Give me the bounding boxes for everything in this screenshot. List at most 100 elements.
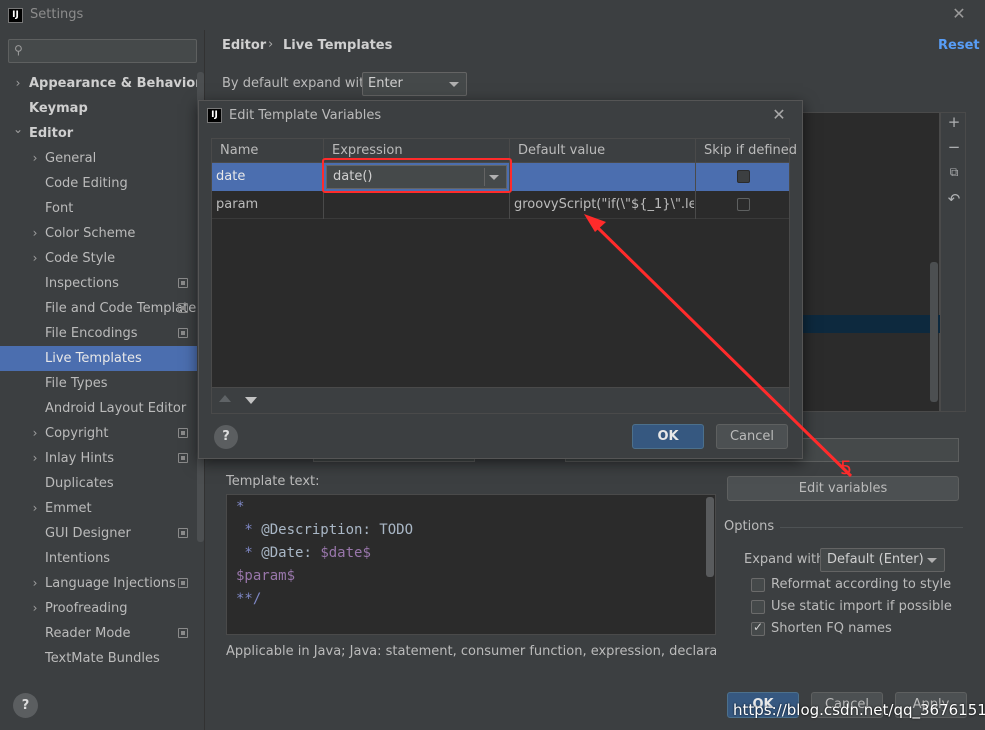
chevron-down-icon (449, 82, 459, 87)
sidebar-item[interactable]: › Inlay Hints (0, 446, 197, 471)
window-titlebar (0, 0, 985, 30)
expand-with-value: Default (Enter) (827, 552, 924, 567)
sidebar-item-label: Copyright (45, 426, 109, 441)
option-checkbox[interactable] (751, 578, 765, 592)
sidebar-item[interactable]: File and Code Templates (0, 296, 203, 321)
chevron-right-icon[interactable]: › (29, 496, 41, 521)
sidebar-item[interactable]: Intentions (0, 546, 197, 571)
restore-icon[interactable]: ↶ (946, 190, 962, 208)
edit-variables-button[interactable]: Edit variables (727, 476, 959, 501)
sidebar-item-label: Emmet (45, 501, 92, 516)
option-checkbox-label[interactable]: Reformat according to style (771, 577, 951, 592)
sidebar-item[interactable]: TextMate Bundles (0, 646, 197, 671)
sidebar-item[interactable]: ⌄ Editor (0, 121, 197, 146)
chevron-down-icon[interactable]: ⌄ (12, 117, 24, 142)
intellij-logo-icon: IJ (8, 8, 23, 23)
row-name-cell[interactable]: date (216, 169, 245, 184)
option-checkbox-label[interactable]: Shorten FQ names (771, 621, 892, 636)
chevron-right-icon[interactable]: › (29, 221, 41, 246)
sidebar-item-label: Code Style (45, 251, 116, 266)
row-name-cell[interactable]: param (216, 197, 258, 212)
remove-icon[interactable]: − (946, 138, 962, 156)
option-checkbox[interactable] (751, 620, 765, 636)
code-token: $param$ (236, 568, 296, 584)
row-default-value-cell[interactable]: groovyScript("if(\"${_1}\".leng... (514, 197, 694, 212)
sidebar-item-label: Duplicates (45, 476, 114, 491)
sidebar-item[interactable]: Android Layout Editor (0, 396, 197, 421)
editor-scrollbar[interactable] (706, 497, 714, 577)
expand-with-dropdown[interactable]: Default (Enter) (820, 548, 945, 572)
help-icon[interactable]: ? (13, 693, 38, 718)
sidebar-item[interactable]: › Appearance & Behavior (0, 71, 202, 96)
option-checkbox[interactable] (751, 600, 765, 614)
sidebar-item[interactable]: Reader Mode (0, 621, 197, 646)
project-scope-icon (178, 278, 188, 288)
chevron-right-icon[interactable]: › (29, 571, 41, 596)
project-scope-icon (178, 428, 188, 438)
code-token: TODO (370, 522, 414, 538)
sidebar-item[interactable]: › Proofreading (0, 596, 197, 621)
sidebar-item[interactable]: Live Templates (0, 346, 197, 371)
sidebar-item-label: Keymap (29, 101, 88, 116)
code-token: * (236, 499, 245, 515)
sidebar-item-label: Live Templates (45, 351, 142, 366)
sidebar-item[interactable]: › Language Injections (0, 571, 197, 596)
dialog-cancel-button[interactable]: Cancel (716, 424, 788, 449)
annotation-number: 5 (840, 457, 853, 479)
code-token: **/ (236, 591, 262, 607)
breadcrumb-editor: Editor (222, 38, 267, 53)
options-divider (780, 527, 963, 528)
templates-toolbar (940, 112, 966, 412)
chevron-right-icon[interactable]: › (29, 146, 41, 171)
templates-list-scrollbar[interactable] (930, 262, 938, 402)
skip-if-defined-checkbox[interactable] (737, 198, 750, 211)
code-token: $date$ (320, 545, 371, 561)
sidebar-item[interactable]: Code Editing (0, 171, 197, 196)
sidebar-item[interactable]: Inspections (0, 271, 197, 296)
sidebar-item[interactable]: › Color Scheme (0, 221, 197, 246)
column-header-default-value[interactable]: Default value (518, 143, 605, 158)
dialog-ok-button[interactable]: OK (632, 424, 704, 449)
sidebar-item[interactable]: Font (0, 196, 197, 221)
sidebar-item[interactable]: › Emmet (0, 496, 197, 521)
table-row[interactable] (212, 191, 789, 219)
reset-link[interactable]: Reset (938, 38, 980, 53)
chevron-right-icon[interactable]: › (29, 246, 41, 271)
sidebar-search-input[interactable]: ⚲ (8, 39, 197, 63)
close-icon[interactable]: ✕ (948, 3, 970, 25)
chevron-right-icon[interactable]: › (12, 71, 24, 96)
sidebar-item[interactable]: File Types (0, 371, 197, 396)
copy-icon[interactable]: ⧉ (946, 163, 962, 181)
column-header-expression[interactable]: Expression (332, 143, 403, 158)
settings-sidebar: ⚲ › Appearance & Behavior Keymap ⌄ Editor › Ge… (0, 30, 205, 730)
sidebar-item-label: Reader Mode (45, 626, 131, 641)
chevron-right-icon[interactable]: › (29, 596, 41, 621)
sidebar-item[interactable]: › General (0, 146, 197, 171)
chevron-down-icon (927, 558, 937, 563)
default-expand-dropdown[interactable]: Enter (362, 72, 467, 96)
move-down-icon[interactable] (245, 397, 257, 404)
skip-if-defined-checkbox[interactable] (737, 170, 750, 183)
chevron-right-icon[interactable]: › (29, 421, 41, 446)
default-expand-value: Enter (368, 76, 403, 91)
dialog-help-icon[interactable]: ? (214, 425, 238, 449)
sidebar-item[interactable]: File Encodings (0, 321, 197, 346)
column-header-skip-if-defined[interactable]: Skip if defined (704, 143, 797, 158)
option-checkbox-label[interactable]: Use static import if possible (771, 599, 952, 614)
sidebar-item[interactable]: GUI Designer (0, 521, 197, 546)
code-line: * (236, 499, 244, 515)
template-text-editor[interactable]: * * @Description: TODO * @Date: $date$ $p… (226, 494, 716, 635)
add-icon[interactable]: + (946, 113, 962, 131)
chevron-right-icon[interactable]: › (29, 446, 41, 471)
sidebar-item[interactable]: Duplicates (0, 471, 197, 496)
move-up-icon[interactable] (219, 395, 231, 402)
sidebar-item[interactable]: › Copyright (0, 421, 197, 446)
sidebar-item-label: Language Injections (45, 576, 176, 591)
sidebar-item[interactable]: › Code Style (0, 246, 197, 271)
project-scope-icon (178, 453, 188, 463)
column-header-name[interactable]: Name (220, 143, 258, 158)
dialog-close-icon[interactable]: ✕ (768, 104, 790, 126)
breadcrumb-separator-icon: › (268, 37, 274, 52)
sidebar-item[interactable]: Keymap (0, 96, 197, 121)
intellij-logo-icon: IJ (207, 108, 222, 123)
